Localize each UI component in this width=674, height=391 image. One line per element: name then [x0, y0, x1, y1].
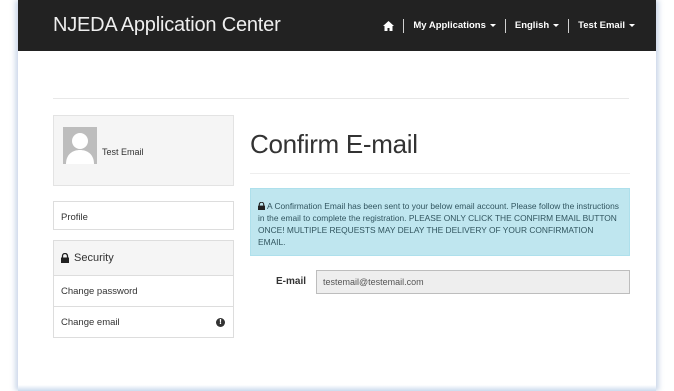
sidebar-item-change-password[interactable]: Change password: [54, 276, 233, 307]
change-email-label: Change email: [61, 316, 120, 328]
sidebar-item-change-email[interactable]: Change email !: [54, 307, 233, 338]
main-content: Confirm E-mail A Confirmation Email has …: [250, 129, 630, 294]
sidebar-item-profile[interactable]: Profile: [53, 201, 234, 230]
nav-user-menu[interactable]: Test Email: [569, 20, 644, 31]
security-heading-label: Security: [74, 252, 114, 264]
lock-icon: [258, 201, 265, 210]
avatar-icon: [63, 127, 97, 164]
lock-icon: [61, 253, 69, 263]
profile-card: Test Email: [53, 115, 234, 186]
nav-my-applications[interactable]: My Applications: [404, 20, 505, 31]
nav-language-label: English: [514, 20, 550, 31]
security-heading: Security: [54, 241, 233, 276]
nav-menu: My Applications English Test Email: [374, 0, 644, 51]
caret-down-icon: [489, 24, 496, 27]
email-label: E-mail: [276, 276, 307, 287]
profile-user-name: Test Email: [102, 147, 144, 157]
alert-message: A Confirmation Email has been sent to yo…: [258, 201, 619, 247]
brand-title[interactable]: NJEDA Application Center: [53, 14, 281, 37]
email-field[interactable]: [316, 270, 630, 294]
info-icon: !: [216, 317, 225, 327]
title-divider: [250, 173, 630, 174]
confirmation-alert: A Confirmation Email has been sent to yo…: [250, 188, 630, 256]
app-window: NJEDA Application Center My Applications…: [18, 0, 656, 391]
home-icon[interactable]: [374, 20, 403, 31]
nav-my-applications-label: My Applications: [413, 20, 486, 31]
caret-down-icon: [629, 24, 635, 27]
email-form-row: E-mail: [250, 270, 630, 294]
page-title: Confirm E-mail: [250, 129, 418, 159]
security-panel: Security Change password Change email !: [53, 240, 234, 338]
header-divider: [53, 98, 629, 99]
nav-user-label: Test Email: [578, 20, 625, 31]
change-password-label: Change password: [61, 285, 138, 297]
sidebar: Test Email Profile Security Change passw…: [53, 115, 234, 338]
caret-down-icon: [553, 24, 560, 27]
top-navbar: NJEDA Application Center My Applications…: [18, 0, 656, 51]
nav-language[interactable]: English: [506, 20, 568, 31]
